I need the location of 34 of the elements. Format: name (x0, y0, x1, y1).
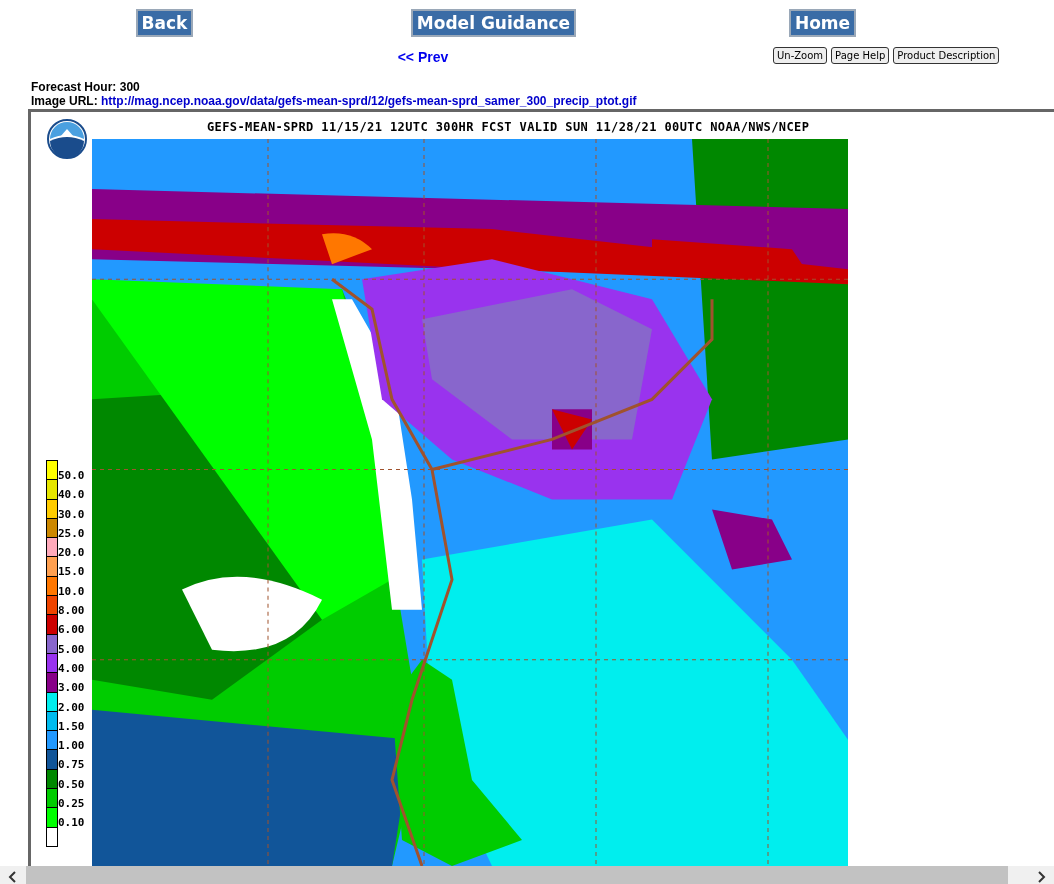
legend-label: 0.25 (58, 797, 85, 811)
forecast-hour-value: 300 (119, 80, 140, 94)
toolbar-button[interactable]: Product Description (893, 47, 1000, 64)
legend-label: 20.0 (58, 546, 85, 560)
legend-label: 1.50 (58, 719, 85, 733)
legend-label: 15.0 (58, 565, 85, 579)
legend-label: 0.10 (58, 816, 85, 830)
toolbar-button[interactable]: Un-Zoom (773, 47, 828, 64)
image-url-label: Image URL: (31, 94, 98, 108)
legend-label: 0.75 (58, 758, 85, 772)
nav-button[interactable]: Back (135, 9, 194, 37)
image-url-link[interactable]: http://mag.ncep.noaa.gov/data/gefs-mean-sprd/12/gefs-mean-sprd_samer_300_precip_ptot.gif (101, 94, 637, 108)
legend-label: 30.0 (58, 507, 85, 521)
nav-button[interactable]: Model Guidance (410, 9, 577, 37)
toolbar-button[interactable]: Page Help (831, 47, 890, 64)
map-title: GEFS-MEAN-SPRD 11/15/21 12UTC 300HR FCST VALID SUN 11/28/21 00UTC NOAA/NWS/NCEP (207, 120, 810, 134)
scroll-left-icon[interactable] (8, 871, 18, 883)
nav-button[interactable]: Home (788, 9, 857, 37)
legend-label: 50.0 (58, 469, 85, 482)
legend-label: 10.0 (58, 584, 85, 598)
forecast-hour-label: Forecast Hour: (31, 80, 117, 94)
legend-label: 2.00 (58, 700, 85, 714)
legend-label: 0.50 (58, 777, 85, 791)
legend-label: 25.0 (58, 526, 85, 540)
legend-label: 6.00 (58, 623, 85, 637)
legend-label: 3.00 (58, 681, 85, 695)
legend-label: 5.00 (58, 642, 85, 656)
legend-label: 8.00 (58, 604, 85, 618)
legend-label: 4.00 (58, 661, 85, 675)
noaa-logo-icon (47, 119, 87, 159)
prev-link[interactable]: << Prev (397, 49, 449, 65)
legend-label: 1.00 (58, 739, 85, 753)
scroll-right-icon[interactable] (1036, 871, 1046, 883)
legend-label: 40.0 (58, 488, 85, 502)
